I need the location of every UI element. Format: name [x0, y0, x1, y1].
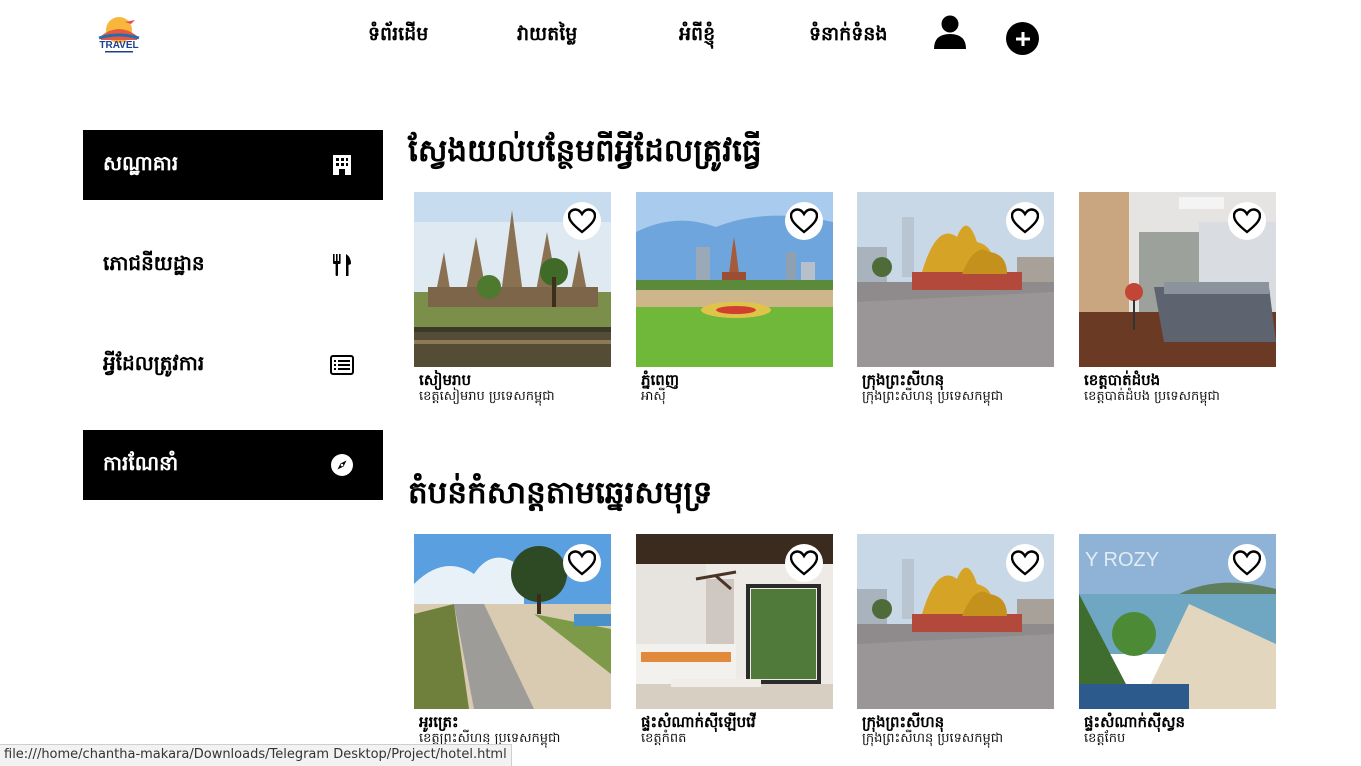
favorite-button[interactable]: [785, 544, 823, 582]
plus-icon: [1015, 31, 1030, 46]
heart-icon: [568, 550, 596, 576]
destination-card[interactable]: ភ្នំពេញ អាស៊ី: [636, 192, 833, 405]
utensils-icon: [329, 252, 355, 278]
destination-card[interactable]: អូរត្រេះ ខេត្តព្រះសីហនុ ប្រទេសកម្ពុជា: [414, 534, 611, 747]
card-image: [414, 534, 611, 709]
card-subtitle: ខេត្តសៀមរាប ប្រទេសកម្ពុជា: [419, 389, 555, 404]
nav-rating[interactable]: វាយតម្លៃ: [517, 22, 577, 50]
sidebar-item-label: សណ្ឋាគារ: [103, 151, 179, 175]
heart-icon: [1233, 550, 1261, 576]
sidebar-item-needs[interactable]: អ្វីដែលត្រូវការ: [83, 330, 383, 400]
sidebar-item-guide[interactable]: ការណែនាំ: [83, 430, 383, 500]
sidebar-item-hotel[interactable]: សណ្ឋាគារ: [83, 130, 383, 200]
favorite-button[interactable]: [563, 544, 601, 582]
card-title: ក្រុងព្រះសីហនុ: [862, 371, 945, 389]
add-button[interactable]: [1006, 22, 1039, 55]
photo-watermark: Y ROZY: [1085, 549, 1159, 571]
favorite-button[interactable]: [1228, 202, 1266, 240]
heart-icon: [1011, 550, 1039, 576]
favorite-button[interactable]: [1006, 544, 1044, 582]
card-subtitle: អាស៊ី: [641, 389, 666, 404]
travel-logo[interactable]: TRAVEL: [95, 14, 143, 56]
card-title: អូរត្រេះ: [419, 713, 459, 731]
sidebar-item-label: អ្វីដែលត្រូវការ: [103, 351, 205, 375]
heart-icon: [1233, 208, 1261, 234]
destination-card[interactable]: សៀមរាប ខេត្តសៀមរាប ប្រទេសកម្ពុជា: [414, 192, 611, 405]
page: TRAVEL ទំព័រដើម វាយតម្លៃ អំពីខ្ញុំ ទំនាក…: [0, 0, 1361, 766]
card-subtitle: ក្រុងព្រះសីហនុ ប្រទេសកម្ពុជា: [862, 731, 1004, 746]
card-image: [636, 534, 833, 709]
building-icon: [329, 152, 355, 178]
favorite-button[interactable]: [785, 202, 823, 240]
destination-card[interactable]: ខេត្តបាត់ដំបង ខេត្តបាត់ដំបង ប្រទេសកម្ពុជ…: [1079, 192, 1276, 405]
sidebar-item-label: ភោជនីយដ្ឋាន: [103, 251, 205, 275]
heart-icon: [790, 208, 818, 234]
card-image: Y ROZY: [1079, 534, 1276, 709]
nav-contact[interactable]: ទំនាក់ទំនង: [809, 22, 887, 50]
card-image: [857, 192, 1054, 367]
destination-card[interactable]: ក្រុងព្រះសីហនុ ក្រុងព្រះសីហនុ ប្រទេសកម្ព…: [857, 192, 1054, 405]
destination-card[interactable]: ផ្ទះសំណាក់ស៊ីឡើបវើ ខេត្តកំពត: [636, 534, 833, 747]
heart-icon: [1011, 208, 1039, 234]
user-icon[interactable]: [932, 14, 968, 50]
card-subtitle: ក្រុងព្រះសីហនុ ប្រទេសកម្ពុជា: [862, 389, 1004, 404]
card-subtitle: ខេត្តបាត់ដំបង ប្រទេសកម្ពុជា: [1084, 389, 1220, 404]
card-title: ខេត្តបាត់ដំបង: [1084, 371, 1161, 389]
card-subtitle: ខេត្តកែប: [1084, 731, 1126, 746]
destination-card[interactable]: Y ROZY ផ្ទះសំណាក់ស៊ីស្វន ខេត្តកែប: [1079, 534, 1276, 747]
card-title: ផ្ទះសំណាក់ស៊ីស្វន: [1084, 713, 1186, 731]
card-title: ក្រុងព្រះសីហនុ: [862, 713, 945, 731]
favorite-button[interactable]: [1228, 544, 1266, 582]
card-title: ភ្នំពេញ: [641, 371, 680, 389]
list-icon: [329, 352, 355, 378]
link-status-bar: file:///home/chantha-makara/Downloads/Te…: [0, 744, 512, 766]
card-image: [857, 534, 1054, 709]
favorite-button[interactable]: [563, 202, 601, 240]
card-title: សៀមរាប: [419, 371, 472, 389]
card-title: ផ្ទះសំណាក់ស៊ីឡើបវើ: [641, 713, 756, 731]
card-subtitle: ខេត្តកំពត: [641, 731, 687, 746]
card-image: [636, 192, 833, 367]
sidebar-item-label: ការណែនាំ: [103, 451, 179, 475]
section-title-things-to-do: ស្វែងយល់បន្ថែមពីអ្វីដែលត្រូវធ្វើ: [408, 133, 762, 169]
heart-icon: [568, 208, 596, 234]
favorite-button[interactable]: [1006, 202, 1044, 240]
destination-card[interactable]: ក្រុងព្រះសីហនុ ក្រុងព្រះសីហនុ ប្រទេសកម្ព…: [857, 534, 1054, 747]
logo-text: TRAVEL: [99, 40, 138, 51]
card-image: [1079, 192, 1276, 367]
heart-icon: [790, 550, 818, 576]
nav-about[interactable]: អំពីខ្ញុំ: [679, 22, 715, 50]
nav-home[interactable]: ទំព័រដើម: [368, 22, 428, 50]
compass-icon: [329, 452, 355, 478]
section-title-beach-destinations: តំបន់កំសាន្តតាមឆ្នេរសមុទ្រ: [408, 475, 713, 511]
card-image: [414, 192, 611, 367]
sidebar-item-restaurant[interactable]: ភោជនីយដ្ឋាន: [83, 230, 383, 300]
